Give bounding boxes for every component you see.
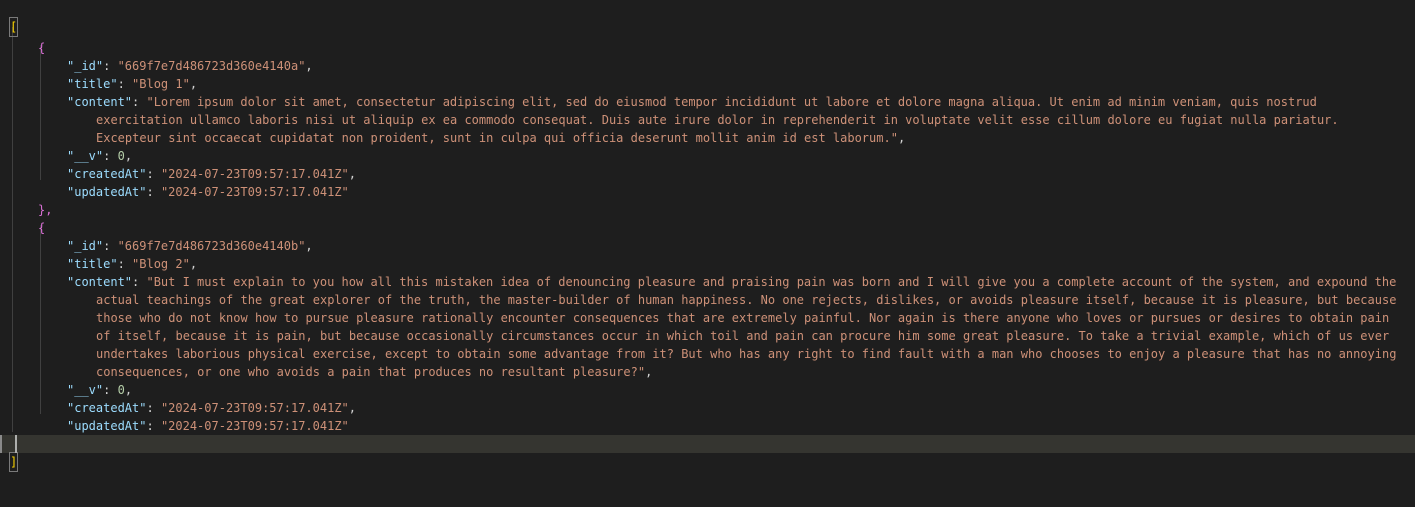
code-line[interactable]: "createdAt": "2024-07-23T09:57:17.041Z", — [0, 147, 1415, 181]
code-line-wrapped[interactable]: undertakes laborious physical exercise, … — [0, 327, 1415, 361]
code-line[interactable]: "content": "But I must explain to you ho… — [0, 255, 1415, 289]
code-line[interactable]: "__v": 0, — [0, 129, 1415, 163]
code-line-wrapped[interactable]: consequences, or one who avoids a pain t… — [0, 345, 1415, 379]
code-line[interactable]: "createdAt": "2024-07-23T09:57:17.041Z", — [0, 381, 1415, 415]
code-line-wrapped[interactable]: Excepteur sint occaecat cupidatat non pr… — [0, 111, 1415, 145]
code-line[interactable]: "_id": "669f7e7d486723d360e4140b", — [0, 219, 1415, 253]
code-line-wrapped[interactable]: actual teachings of the great explorer o… — [0, 273, 1415, 307]
code-line[interactable]: [ — [0, 0, 1415, 37]
code-line[interactable]: }, — [0, 183, 1415, 217]
code-line[interactable]: "updatedAt": "2024-07-23T09:57:17.041Z" — [0, 165, 1415, 199]
code-line[interactable]: "content": "Lorem ipsum dolor sit amet, … — [0, 75, 1415, 109]
code-line[interactable]: "updatedAt": "2024-07-23T09:57:17.041Z" — [0, 399, 1415, 433]
array-close-bracket: ] — [8, 452, 19, 472]
code-line[interactable]: "title": "Blog 1", — [0, 57, 1415, 91]
code-line[interactable]: { — [0, 21, 1415, 55]
code-line-wrapped[interactable]: of itself, because it is pain, but becau… — [0, 309, 1415, 343]
current-line[interactable]: ] — [0, 435, 1415, 472]
code-line[interactable]: { — [0, 201, 1415, 235]
code-editor[interactable]: [ { "_id": "669f7e7d486723d360e4140a", "… — [0, 0, 1415, 472]
text-cursor — [15, 435, 17, 453]
code-line-wrapped[interactable]: those who do not know how to pursue plea… — [0, 291, 1415, 325]
code-line[interactable]: } — [0, 417, 1415, 451]
code-line-wrapped[interactable]: exercitation ullamco laboris nisi ut ali… — [0, 93, 1415, 127]
code-line[interactable]: "__v": 0, — [0, 363, 1415, 397]
code-line[interactable]: "title": "Blog 2", — [0, 237, 1415, 271]
code-line[interactable]: "_id": "669f7e7d486723d360e4140a", — [0, 39, 1415, 73]
